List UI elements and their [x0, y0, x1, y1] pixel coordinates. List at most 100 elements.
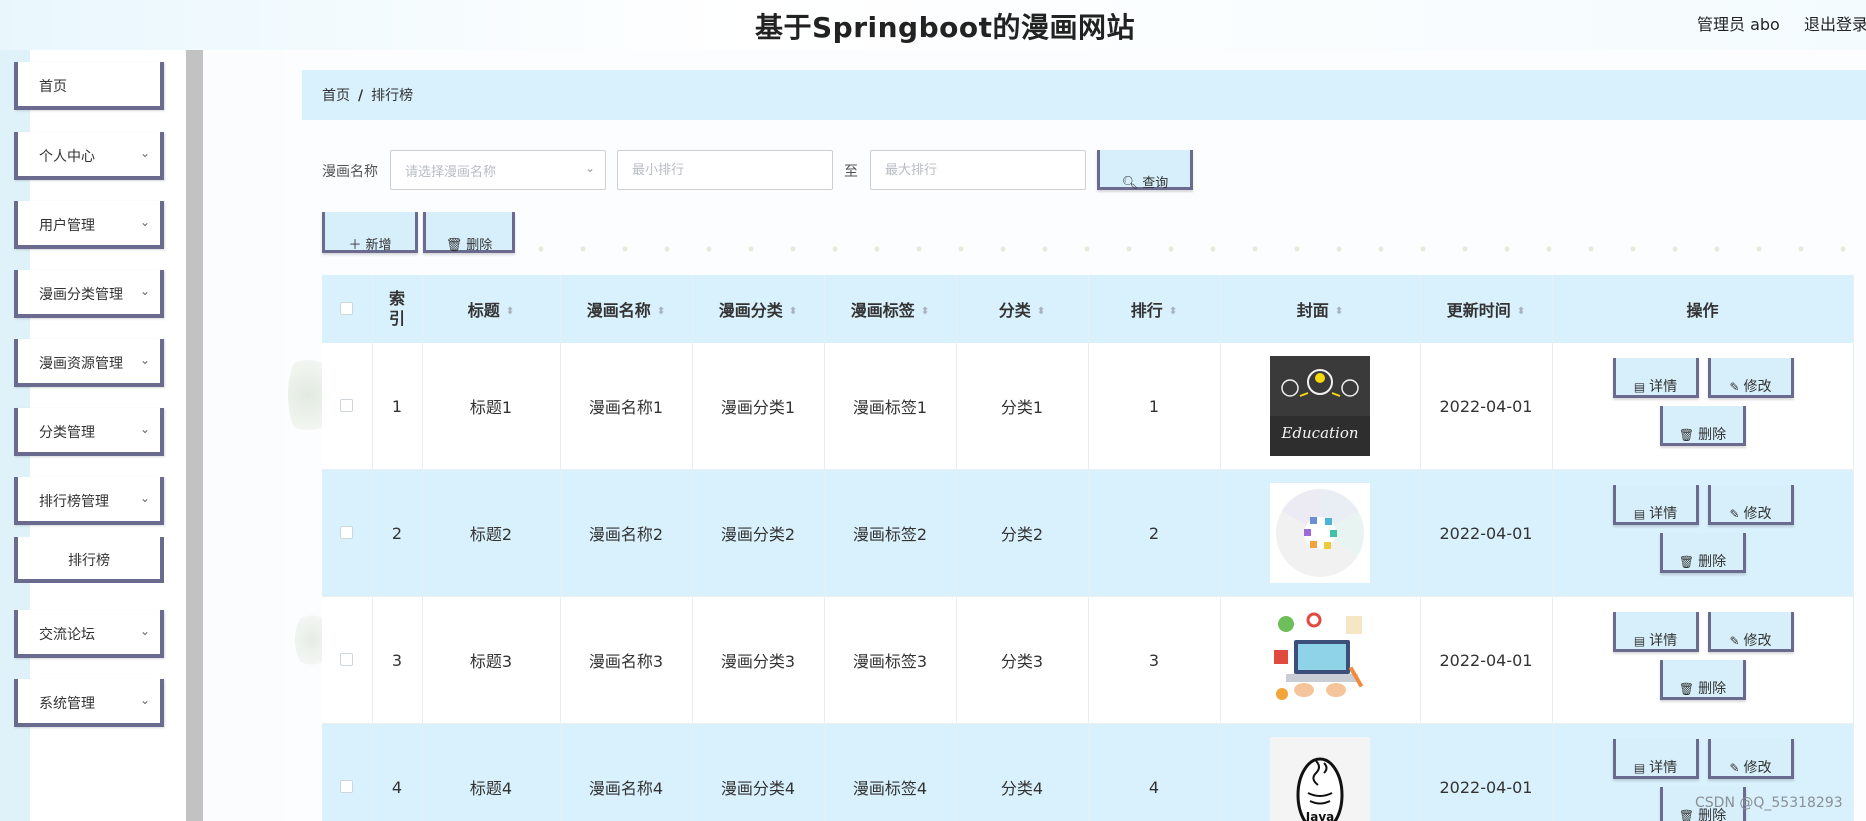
- add-button-label: 新增: [365, 238, 392, 253]
- cell-tag: 漫画标签1: [824, 343, 957, 470]
- search-name-label: 漫画名称: [322, 164, 378, 180]
- cell-rank: 2: [1088, 469, 1221, 597]
- column-header-tag[interactable]: 漫画标签 ⬍: [824, 275, 957, 343]
- row-checkbox[interactable]: [340, 398, 354, 412]
- cell-class: 分类3: [956, 596, 1089, 724]
- cell-updated: 2022-04-01: [1420, 596, 1553, 724]
- cell-index: 1: [372, 343, 423, 470]
- column-header-cover[interactable]: 封面 ⬍: [1220, 275, 1421, 343]
- cell-ops: ▤ 详情 ✎ 修改 🗑︎ 删除: [1552, 596, 1854, 724]
- sidebar-item-label: 排行榜管理: [39, 494, 109, 510]
- delete-button[interactable]: 🗑︎ 删除: [1659, 406, 1746, 446]
- chevron-down-icon: ⌄: [139, 693, 150, 707]
- sort-icon[interactable]: ⬍: [1037, 306, 1045, 317]
- cell-tag: 漫画标签4: [824, 723, 957, 821]
- chevron-down-icon: ⌄: [139, 146, 150, 160]
- header-label: 操作: [1686, 301, 1719, 320]
- sidebar-subitem-label: 排行榜: [68, 553, 110, 569]
- table-row: 2 标题2 漫画名称2 漫画分类2 漫画标签2 分类2 2 2022-04-01…: [322, 469, 1854, 597]
- csdn-watermark: CSDN @Q_55318293: [1695, 795, 1843, 811]
- sidebar-item-label: 分类管理: [39, 425, 95, 441]
- header-label: 分类: [998, 301, 1031, 320]
- edit-button[interactable]: ✎ 修改: [1707, 485, 1794, 525]
- trash-icon: 🗑︎: [445, 238, 463, 253]
- document-icon: ▤: [1633, 634, 1646, 648]
- detail-button[interactable]: ▤ 详情: [1612, 739, 1699, 779]
- sidebar-item-label: 漫画分类管理: [39, 287, 123, 303]
- cover-text: Java: [1305, 810, 1334, 821]
- pencil-icon: ✎: [1729, 380, 1740, 394]
- sort-icon[interactable]: ⬍: [1517, 306, 1525, 317]
- cell-title: 标题2: [422, 469, 561, 597]
- logout-link[interactable]: 退出登录: [1804, 11, 1866, 35]
- sidebar-item-system[interactable]: 系统管理 ⌄: [14, 679, 164, 727]
- comic-name-select[interactable]: 请选择漫画名称 ⌄: [390, 150, 606, 190]
- breadcrumb: 首页 / 排行榜: [322, 85, 413, 105]
- delete-button[interactable]: 🗑︎ 删除: [1659, 660, 1746, 700]
- column-header-category[interactable]: 漫画分类 ⬍: [692, 275, 825, 343]
- cover-image-java-diagram[interactable]: [1270, 483, 1370, 583]
- column-header-class[interactable]: 分类 ⬍: [956, 275, 1089, 343]
- delete-button-label: 删除: [466, 238, 493, 253]
- sidebar-item-category[interactable]: 分类管理 ⌄: [14, 408, 164, 456]
- sort-icon[interactable]: ⬍: [921, 306, 929, 317]
- cell-updated: 2022-04-01: [1420, 343, 1553, 470]
- row-checkbox[interactable]: [340, 525, 354, 539]
- cell-index: 4: [372, 723, 423, 821]
- sidebar-subitem-ranking-list[interactable]: 排行榜: [14, 537, 164, 583]
- cover-image-education[interactable]: Education: [1270, 356, 1370, 456]
- detail-button-label: 详情: [1649, 506, 1678, 522]
- row-checkbox[interactable]: [340, 779, 354, 793]
- query-button[interactable]: 🔍︎ 查询: [1097, 150, 1193, 191]
- sidebar-item-comic-category[interactable]: 漫画分类管理 ⌄: [14, 270, 164, 318]
- header-label: 标题: [467, 301, 500, 320]
- sort-icon[interactable]: ⬍: [1169, 306, 1177, 317]
- sidebar-item-forum[interactable]: 交流论坛 ⌄: [14, 610, 164, 658]
- batch-delete-button[interactable]: 🗑︎ 删除: [423, 212, 515, 253]
- detail-button-label: 详情: [1649, 379, 1678, 395]
- edit-button[interactable]: ✎ 修改: [1707, 612, 1794, 652]
- range-to-label: 至: [844, 164, 858, 180]
- sort-icon[interactable]: ⬍: [506, 306, 514, 317]
- edit-button[interactable]: ✎ 修改: [1707, 739, 1794, 779]
- sidebar-scrollbar[interactable]: [186, 50, 203, 821]
- column-header-title[interactable]: 标题 ⬍: [422, 275, 561, 343]
- sidebar-item-ranking[interactable]: 排行榜管理 ⌄: [14, 477, 164, 525]
- max-rank-input[interactable]: [870, 150, 1086, 190]
- column-header-rank[interactable]: 排行 ⬍: [1088, 275, 1221, 343]
- sort-icon[interactable]: ⬍: [789, 306, 797, 317]
- delete-button[interactable]: 🗑︎ 删除: [1659, 533, 1746, 573]
- cell-name: 漫画名称1: [560, 343, 693, 470]
- header-label: 索引: [388, 289, 405, 328]
- column-header-name[interactable]: 漫画名称 ⬍: [560, 275, 693, 343]
- add-button[interactable]: ＋新增: [322, 212, 418, 253]
- min-rank-input[interactable]: [617, 150, 833, 190]
- detail-button[interactable]: ▤ 详情: [1612, 358, 1699, 398]
- cover-text: Education: [1280, 424, 1358, 442]
- sidebar-item-label: 系统管理: [39, 696, 95, 712]
- sidebar-item-home[interactable]: 首页: [14, 62, 164, 110]
- select-all-checkbox[interactable]: [340, 301, 354, 315]
- cover-image-laptop[interactable]: [1270, 610, 1370, 710]
- edit-button-label: 修改: [1743, 506, 1772, 522]
- cell-title: 标题1: [422, 343, 561, 470]
- sidebar-item-comic-resource[interactable]: 漫画资源管理 ⌄: [14, 339, 164, 387]
- row-checkbox[interactable]: [340, 652, 354, 666]
- edit-button[interactable]: ✎ 修改: [1707, 358, 1794, 398]
- cell-category: 漫画分类3: [692, 596, 825, 724]
- sort-icon[interactable]: ⬍: [657, 306, 665, 317]
- detail-button[interactable]: ▤ 详情: [1612, 612, 1699, 652]
- breadcrumb-home[interactable]: 首页: [322, 88, 350, 104]
- sort-icon[interactable]: ⬍: [1335, 306, 1343, 317]
- chevron-down-icon: ⌄: [139, 422, 150, 436]
- top-header: 基于Springboot的漫画网站 管理员 abo 退出登录: [0, 0, 1866, 50]
- select-all-header: [322, 275, 373, 343]
- sidebar-item-users[interactable]: 用户管理 ⌄: [14, 201, 164, 249]
- cover-image-java-logo[interactable]: Java: [1270, 737, 1370, 821]
- pencil-icon: ✎: [1729, 507, 1740, 521]
- column-header-updated[interactable]: 更新时间 ⬍: [1420, 275, 1553, 343]
- cell-cover: Java: [1220, 723, 1421, 821]
- sidebar-item-profile[interactable]: 个人中心 ⌄: [14, 132, 164, 180]
- detail-button[interactable]: ▤ 详情: [1612, 485, 1699, 525]
- cell-updated: 2022-04-01: [1420, 469, 1553, 597]
